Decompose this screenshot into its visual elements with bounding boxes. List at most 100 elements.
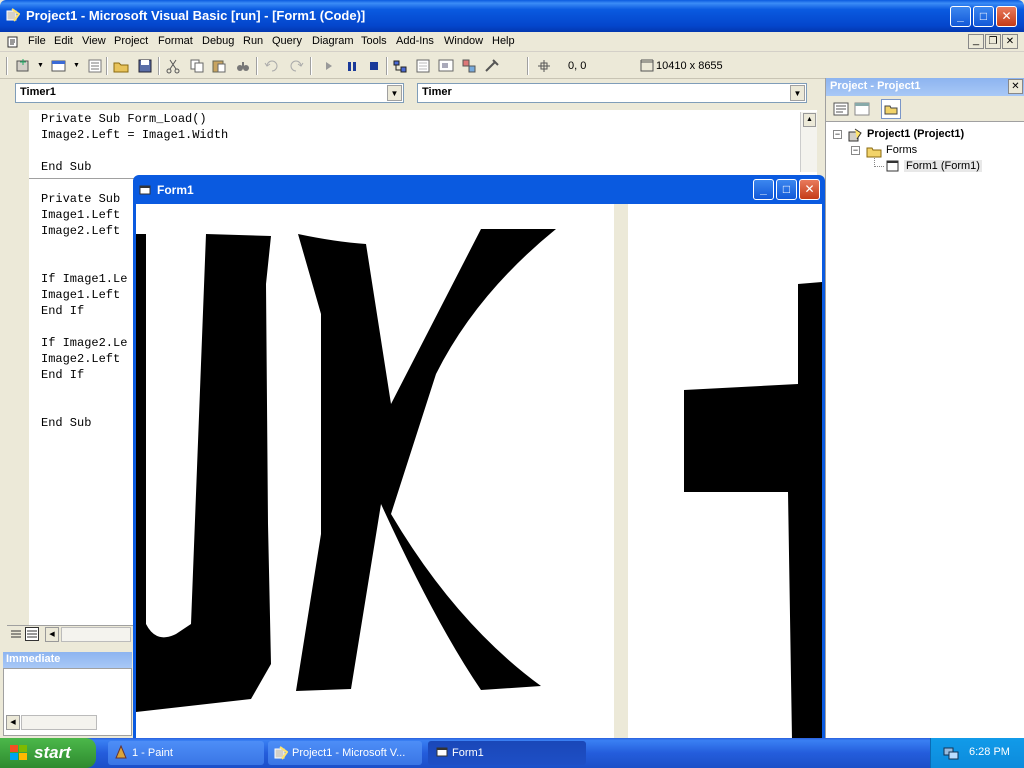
menu-help[interactable]: Help xyxy=(492,35,515,47)
code-vertical-scrollbar[interactable]: ▲ xyxy=(800,112,817,172)
main-close-button[interactable]: ✕ xyxy=(996,6,1017,27)
form1-task-icon xyxy=(436,746,448,758)
project-explorer-toolbar xyxy=(826,96,1024,122)
toggle-folders-icon[interactable] xyxy=(881,99,901,119)
immediate-window[interactable]: ◀ xyxy=(3,668,132,736)
procedure-view-icon[interactable] xyxy=(10,628,22,640)
start-button[interactable]: start xyxy=(0,738,96,768)
add-form-icon[interactable] xyxy=(50,57,68,75)
properties-window-icon[interactable] xyxy=(414,57,432,75)
immediate-horizontal-scrollbar[interactable] xyxy=(21,715,97,730)
add-project-dropdown-icon[interactable]: ▼ xyxy=(37,62,44,69)
code-line: If Image2.Le xyxy=(41,336,128,350)
system-tray: 6:28 PM xyxy=(930,738,1024,768)
code-line: End Sub xyxy=(41,160,92,174)
start-run-icon[interactable] xyxy=(320,57,338,75)
open-project-icon[interactable] xyxy=(112,57,130,75)
task-paint[interactable]: 1 - Paint xyxy=(108,741,264,765)
menu-project[interactable]: Project xyxy=(114,35,148,47)
chevron-down-icon[interactable]: ▼ xyxy=(387,85,402,101)
view-code-icon[interactable] xyxy=(833,101,849,117)
position-icon xyxy=(535,57,553,75)
mdi-minimize-button[interactable]: _ xyxy=(968,34,984,49)
form1-minimize-button[interactable]: _ xyxy=(753,179,774,200)
mdi-doc-icon xyxy=(7,36,19,48)
tree-form1-item[interactable]: Form1 (Form1) xyxy=(904,160,982,172)
undo-icon[interactable] xyxy=(263,57,281,75)
full-module-view-icon[interactable] xyxy=(25,627,39,641)
form1-close-button[interactable]: ✕ xyxy=(799,179,820,200)
toolbox-icon[interactable] xyxy=(483,57,501,75)
scroll-left-icon[interactable]: ◀ xyxy=(45,627,59,642)
form1-maximize-button[interactable]: □ xyxy=(776,179,797,200)
task-form1[interactable]: Form1 xyxy=(428,741,586,765)
toolbar-separator xyxy=(386,57,388,75)
code-line: End If xyxy=(41,368,85,382)
cut-icon[interactable] xyxy=(164,57,182,75)
size-readout: 10410 x 8655 xyxy=(656,60,723,72)
mdi-restore-button[interactable]: ❐ xyxy=(985,34,1001,49)
code-horizontal-scrollbar[interactable] xyxy=(61,627,131,642)
menu-run[interactable]: Run xyxy=(243,35,263,47)
form-layout-icon[interactable] xyxy=(437,57,455,75)
clock[interactable]: 6:28 PM xyxy=(969,746,1010,758)
project-explorer-close-button[interactable]: ✕ xyxy=(1008,79,1023,94)
end-stop-icon[interactable] xyxy=(365,57,383,75)
menu-editor-icon[interactable] xyxy=(86,57,104,75)
form1-icon xyxy=(139,184,151,196)
immediate-title[interactable]: Immediate xyxy=(3,652,132,668)
folder-open-icon xyxy=(866,143,882,159)
menu-query[interactable]: Query xyxy=(272,35,302,47)
procedure-combo[interactable]: Timer ▼ xyxy=(417,83,807,103)
menu-edit[interactable]: Edit xyxy=(54,35,73,47)
view-object-icon[interactable] xyxy=(854,101,870,117)
menu-tools[interactable]: Tools xyxy=(361,35,387,47)
collapse-toggle-icon[interactable]: − xyxy=(851,146,860,155)
project-icon xyxy=(847,127,863,143)
menu-window[interactable]: Window xyxy=(444,35,483,47)
break-pause-icon[interactable] xyxy=(343,57,361,75)
add-form-dropdown-icon[interactable]: ▼ xyxy=(73,62,80,69)
toolbar-separator xyxy=(527,57,529,75)
paste-icon[interactable] xyxy=(210,57,228,75)
save-project-icon[interactable] xyxy=(136,57,154,75)
paint-icon xyxy=(114,744,128,761)
project-explorer-icon[interactable] xyxy=(391,57,409,75)
redo-icon[interactable] xyxy=(287,57,305,75)
chevron-down-icon[interactable]: ▼ xyxy=(790,85,805,101)
collapse-toggle-icon[interactable]: − xyxy=(833,130,842,139)
code-line: Image2.Left xyxy=(41,224,121,238)
project-explorer-title[interactable]: Project - Project1 ✕ xyxy=(826,78,1024,96)
scroll-left-icon[interactable]: ◀ xyxy=(6,715,20,730)
menu-add-ins[interactable]: Add-Ins xyxy=(396,35,434,47)
code-bottom-bar: ◀ xyxy=(7,625,133,643)
code-line: Image1.Left xyxy=(41,288,121,302)
task-vb-label: Project1 - Microsoft V... xyxy=(292,747,406,759)
find-icon[interactable] xyxy=(234,57,252,75)
menu-debug[interactable]: Debug xyxy=(202,35,234,47)
menu-format[interactable]: Format xyxy=(158,35,193,47)
vb-task-icon xyxy=(274,745,289,761)
object-combo[interactable]: Timer1 ▼ xyxy=(15,83,404,103)
task-vb[interactable]: Project1 - Microsoft V... xyxy=(268,741,422,765)
main-title: Project1 - Microsoft Visual Basic [run] … xyxy=(26,8,366,23)
menu-diagram[interactable]: Diagram xyxy=(312,35,354,47)
toolbar-grip xyxy=(6,57,8,75)
network-icon[interactable] xyxy=(943,745,959,761)
copy-icon[interactable] xyxy=(188,57,206,75)
menu-file[interactable]: File xyxy=(28,35,46,47)
tree-forms-folder[interactable]: Forms xyxy=(886,144,917,156)
scrolling-image-canvas xyxy=(136,204,822,740)
add-project-icon[interactable] xyxy=(14,57,32,75)
main-titlebar[interactable]: Project1 - Microsoft Visual Basic [run] … xyxy=(0,0,1024,32)
scrolling-image-1-letter xyxy=(296,229,556,691)
form1-window[interactable]: Form1 _ □ ✕ xyxy=(133,175,825,740)
toolbar-separator xyxy=(256,57,258,75)
tree-project-root[interactable]: Project1 (Project1) xyxy=(867,128,964,140)
main-maximize-button[interactable]: □ xyxy=(973,6,994,27)
object-browser-icon[interactable] xyxy=(460,57,478,75)
menu-view[interactable]: View xyxy=(82,35,106,47)
main-minimize-button[interactable]: _ xyxy=(950,6,971,27)
mdi-close-button[interactable]: ✕ xyxy=(1002,34,1018,49)
scroll-up-icon[interactable]: ▲ xyxy=(803,113,816,127)
